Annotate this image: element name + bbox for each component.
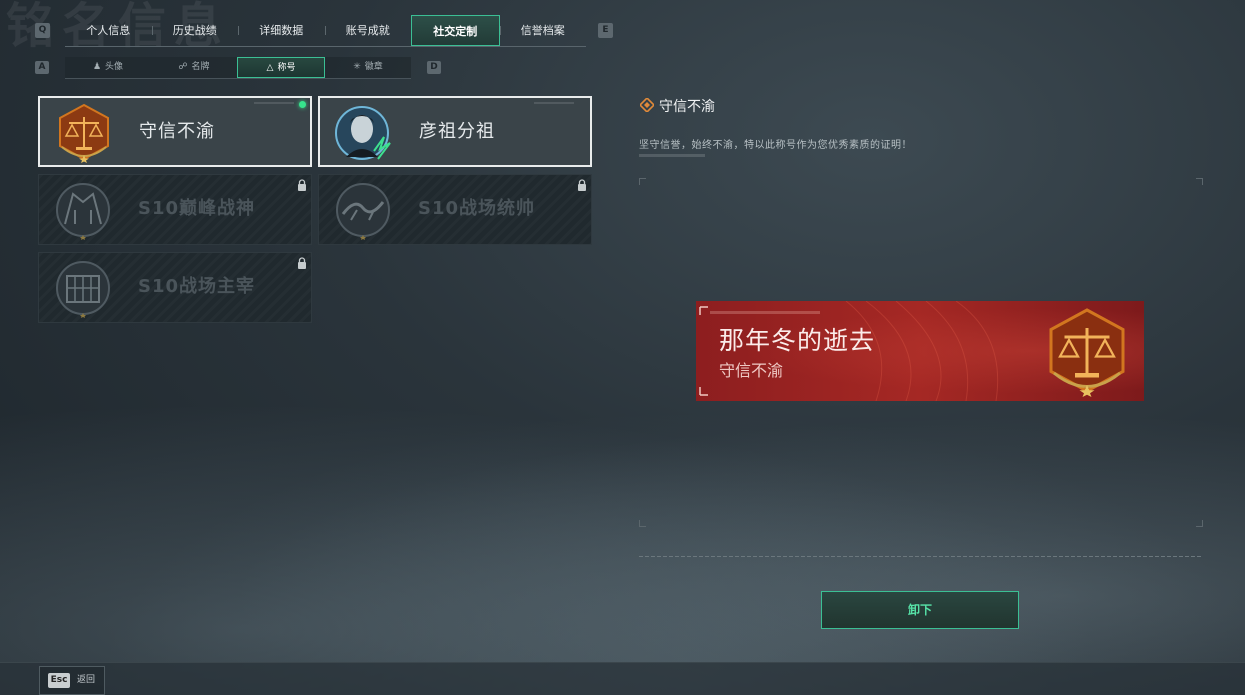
subtab-badge-label: 徽章 <box>364 62 383 72</box>
person-icon: ♟ <box>92 62 102 72</box>
lock-icon <box>298 179 306 191</box>
subtab-nameplate-label: 名牌 <box>191 62 210 72</box>
selected-title-description: 坚守信誉，始终不渝，特以此称号作为您优秀素质的证明！ <box>639 140 912 151</box>
tab-achievements[interactable]: 账号成就 <box>324 15 412 46</box>
fog-overlay <box>0 365 1245 695</box>
next-subtab-key[interactable]: D <box>427 61 441 74</box>
banner-title-name: 守信不渝 <box>719 361 784 380</box>
back-button[interactable]: Esc 返回 <box>39 666 105 695</box>
back-label: 返回 <box>77 675 96 685</box>
title-card-shouxin[interactable]: 守信不渝 <box>38 96 312 167</box>
tab-detailed-stats[interactable]: 详细数据 <box>238 15 325 46</box>
diamond-icon <box>640 98 654 112</box>
title-card-s10-peak[interactable]: S10巅峰战神 <box>38 174 312 245</box>
nameplate-icon: ☍ <box>178 62 188 72</box>
title-preview-banner: 那年冬的逝去 守信不渝 <box>696 301 1144 401</box>
title-card-name: 守信不渝 <box>139 121 215 142</box>
title-card-yanzu[interactable]: 彦祖分祖 <box>318 96 592 167</box>
tab-credit-record[interactable]: 信誉档案 <box>499 15 587 46</box>
frame-corner-bl <box>639 520 646 527</box>
prev-tab-key[interactable]: Q <box>35 23 50 38</box>
banner-serial-line <box>710 311 820 314</box>
subtab-badge[interactable]: ✳ 徽章 <box>325 57 411 78</box>
player-name: 那年冬的逝去 <box>719 326 876 355</box>
frame-corner-tr <box>1196 178 1203 185</box>
card-serial-line <box>254 102 294 104</box>
subtab-nameplate[interactable]: ☍ 名牌 <box>151 57 237 78</box>
divider-line <box>639 556 1202 557</box>
triangle-icon: △ <box>266 63 274 73</box>
equipped-indicator <box>299 101 306 108</box>
title-card-s10-commander[interactable]: S10战场统帅 <box>318 174 592 245</box>
description-subline <box>639 154 705 157</box>
subtab-avatar[interactable]: ♟ 头像 <box>65 57 151 78</box>
colosseum-emblem-icon <box>56 261 110 318</box>
frame-corner-br <box>1196 520 1203 527</box>
lock-icon <box>578 179 586 191</box>
card-serial-line <box>534 102 574 104</box>
tab-match-history[interactable]: 历史战绩 <box>151 15 239 46</box>
subtab-title-label: 称号 <box>277 63 296 73</box>
dragon-emblem-icon <box>336 183 390 240</box>
frame-corner-tl <box>639 178 646 185</box>
scales-emblem-large-icon <box>1049 308 1125 397</box>
next-tab-key[interactable]: E <box>598 23 613 38</box>
selected-title-name: 守信不渝 <box>659 99 715 115</box>
portrait-emblem-icon <box>335 106 391 160</box>
title-card-name: S10巅峰战神 <box>138 198 256 219</box>
title-card-s10-dominator[interactable]: S10战场主宰 <box>38 252 312 323</box>
subtab-title[interactable]: △ 称号 <box>237 57 325 78</box>
esc-key-icon: Esc <box>48 673 70 688</box>
tab-personal-info[interactable]: 个人信息 <box>65 15 152 46</box>
temple-emblem-icon <box>56 183 110 240</box>
tab-social-custom[interactable]: 社交定制 <box>411 15 500 46</box>
lock-icon <box>298 257 306 269</box>
main-tab-bar: 个人信息 历史战绩 详细数据 账号成就 社交定制 信誉档案 <box>65 15 586 47</box>
scales-emblem-icon <box>59 103 109 163</box>
subtab-avatar-label: 头像 <box>105 62 124 72</box>
bottom-bar <box>0 662 1245 695</box>
unequip-button[interactable]: 卸下 <box>821 591 1019 629</box>
title-card-name: S10战场统帅 <box>418 198 536 219</box>
prev-subtab-key[interactable]: A <box>35 61 49 74</box>
badge-icon: ✳ <box>353 62 361 72</box>
title-card-name: S10战场主宰 <box>138 276 256 297</box>
sub-tab-bar: ♟ 头像 ☍ 名牌 △ 称号 ✳ 徽章 <box>65 57 411 79</box>
title-card-name: 彦祖分祖 <box>419 121 495 142</box>
